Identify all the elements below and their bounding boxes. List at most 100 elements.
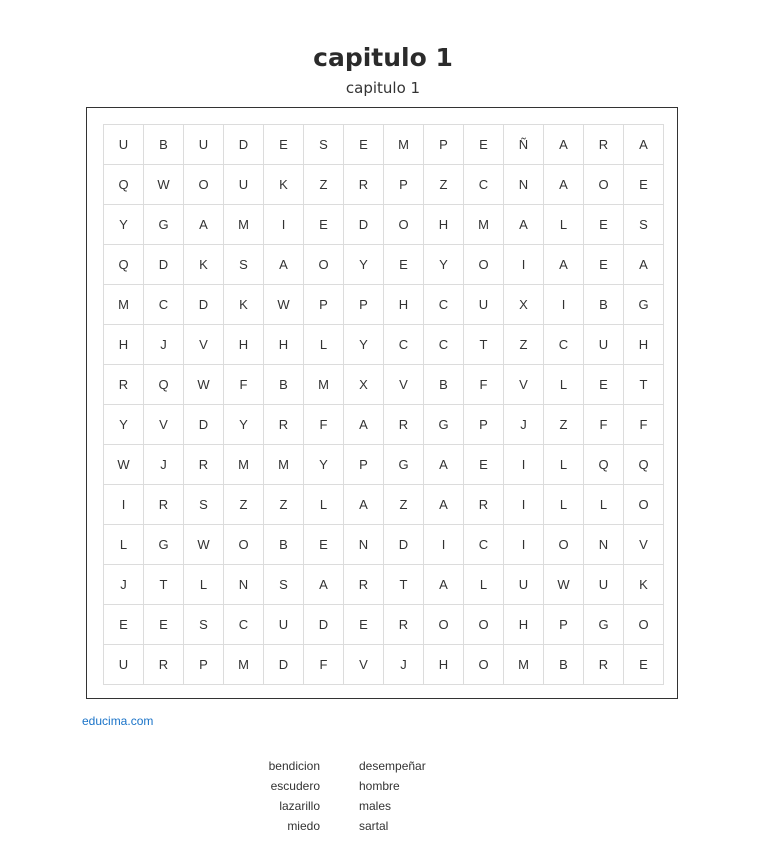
grid-cell[interactable]: W	[263, 284, 304, 325]
grid-cell[interactable]: T	[623, 364, 664, 405]
grid-cell[interactable]: R	[143, 644, 184, 685]
grid-cell[interactable]: M	[503, 644, 544, 685]
grid-cell[interactable]: E	[343, 604, 384, 645]
grid-cell[interactable]: U	[183, 124, 224, 165]
grid-cell[interactable]: Y	[303, 444, 344, 485]
grid-cell[interactable]: W	[183, 524, 224, 565]
grid-cell[interactable]: B	[583, 284, 624, 325]
grid-cell[interactable]: L	[103, 524, 144, 565]
grid-cell[interactable]: O	[463, 244, 504, 285]
grid-cell[interactable]: H	[423, 644, 464, 685]
grid-cell[interactable]: H	[103, 324, 144, 365]
grid-cell[interactable]: D	[183, 404, 224, 445]
grid-cell[interactable]: Y	[343, 244, 384, 285]
grid-cell[interactable]: O	[423, 604, 464, 645]
grid-cell[interactable]: L	[543, 484, 584, 525]
grid-cell[interactable]: D	[223, 124, 264, 165]
grid-cell[interactable]: O	[623, 484, 664, 525]
grid-cell[interactable]: G	[423, 404, 464, 445]
grid-cell[interactable]: A	[503, 204, 544, 245]
grid-cell[interactable]: U	[103, 124, 144, 165]
grid-cell[interactable]: P	[463, 404, 504, 445]
grid-cell[interactable]: R	[383, 404, 424, 445]
educima-link[interactable]: educima.com	[82, 714, 153, 728]
grid-cell[interactable]: S	[183, 484, 224, 525]
grid-cell[interactable]: L	[583, 484, 624, 525]
grid-cell[interactable]: C	[423, 284, 464, 325]
grid-cell[interactable]: V	[343, 644, 384, 685]
grid-cell[interactable]: M	[223, 444, 264, 485]
grid-cell[interactable]: S	[303, 124, 344, 165]
grid-cell[interactable]: Y	[103, 404, 144, 445]
grid-cell[interactable]: E	[303, 204, 344, 245]
grid-cell[interactable]: P	[183, 644, 224, 685]
grid-cell[interactable]: W	[183, 364, 224, 405]
grid-cell[interactable]: W	[543, 564, 584, 605]
grid-cell[interactable]: R	[263, 404, 304, 445]
grid-cell[interactable]: Z	[423, 164, 464, 205]
grid-cell[interactable]: A	[183, 204, 224, 245]
grid-cell[interactable]: H	[503, 604, 544, 645]
grid-cell[interactable]: J	[383, 644, 424, 685]
grid-cell[interactable]: R	[343, 164, 384, 205]
grid-cell[interactable]: E	[583, 364, 624, 405]
grid-cell[interactable]: C	[463, 164, 504, 205]
grid-cell[interactable]: F	[303, 404, 344, 445]
grid-cell[interactable]: U	[103, 644, 144, 685]
grid-cell[interactable]: E	[103, 604, 144, 645]
grid-cell[interactable]: Z	[383, 484, 424, 525]
grid-cell[interactable]: N	[223, 564, 264, 605]
grid-cell[interactable]: A	[343, 484, 384, 525]
grid-cell[interactable]: E	[623, 164, 664, 205]
grid-cell[interactable]: S	[183, 604, 224, 645]
grid-cell[interactable]: P	[343, 284, 384, 325]
grid-cell[interactable]: X	[343, 364, 384, 405]
grid-cell[interactable]: R	[143, 484, 184, 525]
grid-cell[interactable]: I	[503, 244, 544, 285]
grid-cell[interactable]: U	[583, 564, 624, 605]
grid-cell[interactable]: Y	[343, 324, 384, 365]
grid-cell[interactable]: M	[103, 284, 144, 325]
grid-cell[interactable]: L	[303, 324, 344, 365]
grid-cell[interactable]: V	[503, 364, 544, 405]
grid-cell[interactable]: A	[423, 564, 464, 605]
grid-cell[interactable]: U	[503, 564, 544, 605]
grid-cell[interactable]: E	[623, 644, 664, 685]
grid-cell[interactable]: H	[223, 324, 264, 365]
grid-cell[interactable]: M	[223, 644, 264, 685]
grid-cell[interactable]: F	[223, 364, 264, 405]
grid-cell[interactable]: O	[223, 524, 264, 565]
grid-cell[interactable]: S	[223, 244, 264, 285]
grid-cell[interactable]: E	[463, 124, 504, 165]
grid-cell[interactable]: H	[263, 324, 304, 365]
grid-cell[interactable]: I	[503, 484, 544, 525]
grid-cell[interactable]: M	[263, 444, 304, 485]
grid-cell[interactable]: K	[623, 564, 664, 605]
grid-cell[interactable]: M	[463, 204, 504, 245]
grid-cell[interactable]: G	[583, 604, 624, 645]
grid-cell[interactable]: C	[463, 524, 504, 565]
grid-cell[interactable]: O	[183, 164, 224, 205]
grid-cell[interactable]: R	[103, 364, 144, 405]
grid-cell[interactable]: U	[263, 604, 304, 645]
grid-cell[interactable]: F	[463, 364, 504, 405]
grid-cell[interactable]: U	[583, 324, 624, 365]
grid-cell[interactable]: J	[143, 444, 184, 485]
grid-cell[interactable]: B	[263, 364, 304, 405]
grid-cell[interactable]: M	[303, 364, 344, 405]
grid-cell[interactable]: L	[463, 564, 504, 605]
grid-cell[interactable]: G	[383, 444, 424, 485]
grid-cell[interactable]: S	[263, 564, 304, 605]
grid-cell[interactable]: I	[543, 284, 584, 325]
grid-cell[interactable]: A	[303, 564, 344, 605]
grid-cell[interactable]: U	[223, 164, 264, 205]
grid-cell[interactable]: U	[463, 284, 504, 325]
grid-cell[interactable]: E	[263, 124, 304, 165]
grid-cell[interactable]: C	[543, 324, 584, 365]
grid-cell[interactable]: W	[143, 164, 184, 205]
grid-cell[interactable]: E	[463, 444, 504, 485]
grid-cell[interactable]: C	[423, 324, 464, 365]
grid-cell[interactable]: E	[303, 524, 344, 565]
grid-cell[interactable]: N	[343, 524, 384, 565]
grid-cell[interactable]: O	[583, 164, 624, 205]
